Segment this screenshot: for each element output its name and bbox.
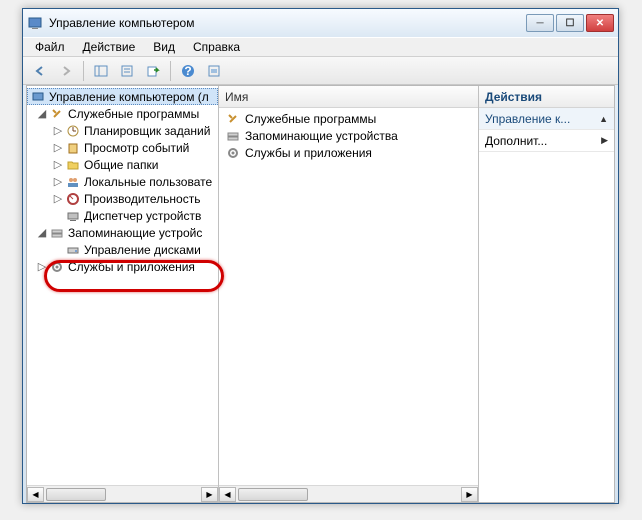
tree-node-scheduler[interactable]: ▷ Планировщик заданий	[27, 122, 218, 139]
tools-icon	[225, 111, 241, 127]
tree-node-shared[interactable]: ▷ Общие папки	[27, 156, 218, 173]
toolbar: ?	[23, 57, 618, 85]
services-icon	[49, 259, 65, 275]
scroll-right-button[interactable]: ▶	[201, 487, 218, 502]
collapse-icon[interactable]: ◢	[35, 226, 49, 239]
tree-label: Служебные программы	[68, 107, 199, 121]
device-icon	[65, 208, 81, 224]
tree-label: Локальные пользовате	[84, 175, 212, 189]
scroll-thumb[interactable]	[46, 488, 106, 501]
content-list: Служебные программы Запоминающие устройс…	[219, 108, 478, 485]
collapse-icon: ▲	[599, 114, 608, 124]
menu-file[interactable]: Файл	[27, 38, 73, 56]
storage-icon	[49, 225, 65, 241]
app-icon	[27, 15, 43, 31]
menubar: Файл Действие Вид Справка	[23, 37, 618, 57]
titlebar: Управление компьютером ─ ☐ ✕	[23, 9, 618, 37]
tree-label: Просмотр событий	[84, 141, 189, 155]
expand-icon[interactable]: ▷	[51, 175, 65, 188]
chevron-right-icon: ▶	[601, 135, 608, 146]
export-button[interactable]	[141, 60, 165, 82]
list-item[interactable]: Службы и приложения	[219, 144, 478, 161]
expand-icon[interactable]: ▷	[51, 141, 65, 154]
tree-node-events[interactable]: ▷ Просмотр событий	[27, 139, 218, 156]
expand-icon[interactable]: ▷	[35, 260, 49, 273]
expand-icon[interactable]: ▷	[51, 124, 65, 137]
tree-root[interactable]: Управление компьютером (л	[27, 88, 218, 105]
list-label: Служебные программы	[245, 112, 376, 126]
action-group[interactable]: Управление к... ▲	[479, 108, 614, 130]
list-item[interactable]: Запоминающие устройства	[219, 127, 478, 144]
menu-help[interactable]: Справка	[185, 38, 248, 56]
content-area: Управление компьютером (л ◢ Служебные пр…	[26, 85, 615, 503]
tree-label: Планировщик заданий	[84, 124, 210, 138]
scroll-track[interactable]	[236, 487, 461, 502]
services-icon	[225, 145, 241, 161]
list-pane: Имя Служебные программы Запоминающие уст…	[219, 86, 479, 502]
properties-button[interactable]	[115, 60, 139, 82]
list-header[interactable]: Имя	[219, 86, 478, 108]
actions-pane: Действия Управление к... ▲ Дополнит... ▶	[479, 86, 614, 502]
tree-label: Запоминающие устройс	[68, 226, 202, 240]
toolbar-separator	[170, 61, 171, 81]
tree-label: Диспетчер устройств	[84, 209, 201, 223]
tree-label: Управление компьютером (л	[49, 90, 209, 104]
expand-icon[interactable]: ▷	[51, 158, 65, 171]
window-title: Управление компьютером	[49, 16, 526, 30]
tree-pane: Управление компьютером (л ◢ Служебные пр…	[27, 86, 219, 502]
scroll-track[interactable]	[44, 487, 201, 502]
actions-header: Действия	[479, 86, 614, 108]
tree-label: Производительность	[84, 192, 200, 206]
back-button[interactable]	[28, 60, 52, 82]
help-button[interactable]: ?	[176, 60, 200, 82]
refresh-button[interactable]	[202, 60, 226, 82]
list-label: Службы и приложения	[245, 146, 372, 160]
navigation-tree: Управление компьютером (л ◢ Служебные пр…	[27, 86, 218, 485]
scroll-thumb[interactable]	[238, 488, 308, 501]
action-more[interactable]: Дополнит... ▶	[479, 130, 614, 152]
scroll-left-button[interactable]: ◀	[27, 487, 44, 502]
disk-icon	[65, 242, 81, 258]
clock-icon	[65, 123, 81, 139]
forward-button[interactable]	[54, 60, 78, 82]
collapse-icon[interactable]: ◢	[35, 107, 49, 120]
tree-label: Общие папки	[84, 158, 158, 172]
minimize-button[interactable]: ─	[526, 14, 554, 32]
tree-label: Службы и приложения	[68, 260, 195, 274]
menu-action[interactable]: Действие	[75, 38, 144, 56]
tree-node-users[interactable]: ▷ Локальные пользовате	[27, 173, 218, 190]
svg-text:?: ?	[184, 64, 191, 78]
toolbar-separator	[83, 61, 84, 81]
folder-icon	[65, 157, 81, 173]
action-label: Управление к...	[485, 112, 570, 126]
scroll-right-button[interactable]: ▶	[461, 487, 478, 502]
list-item[interactable]: Служебные программы	[219, 110, 478, 127]
tree-node-devices[interactable]: Диспетчер устройств	[27, 207, 218, 224]
performance-icon	[65, 191, 81, 207]
main-window: Управление компьютером ─ ☐ ✕ Файл Действ…	[22, 8, 619, 504]
tree-node-disk-management[interactable]: Управление дисками	[27, 241, 218, 258]
tree-node-system-tools[interactable]: ◢ Служебные программы	[27, 105, 218, 122]
scroll-left-button[interactable]: ◀	[219, 487, 236, 502]
show-hide-tree-button[interactable]	[89, 60, 113, 82]
tree-node-storage[interactable]: ◢ Запоминающие устройс	[27, 224, 218, 241]
list-label: Запоминающие устройства	[245, 129, 398, 143]
column-name: Имя	[225, 90, 248, 104]
close-button[interactable]: ✕	[586, 14, 614, 32]
action-label: Дополнит...	[485, 134, 547, 148]
users-icon	[65, 174, 81, 190]
tree-node-perf[interactable]: ▷ Производительность	[27, 190, 218, 207]
events-icon	[65, 140, 81, 156]
list-scrollbar[interactable]: ◀ ▶	[219, 485, 478, 502]
menu-view[interactable]: Вид	[145, 38, 183, 56]
tools-icon	[49, 106, 65, 122]
expand-icon[interactable]: ▷	[51, 192, 65, 205]
tree-node-services[interactable]: ▷ Службы и приложения	[27, 258, 218, 275]
maximize-button[interactable]: ☐	[556, 14, 584, 32]
storage-icon	[225, 128, 241, 144]
computer-icon	[30, 89, 46, 105]
tree-scrollbar[interactable]: ◀ ▶	[27, 485, 218, 502]
tree-label: Управление дисками	[84, 243, 201, 257]
